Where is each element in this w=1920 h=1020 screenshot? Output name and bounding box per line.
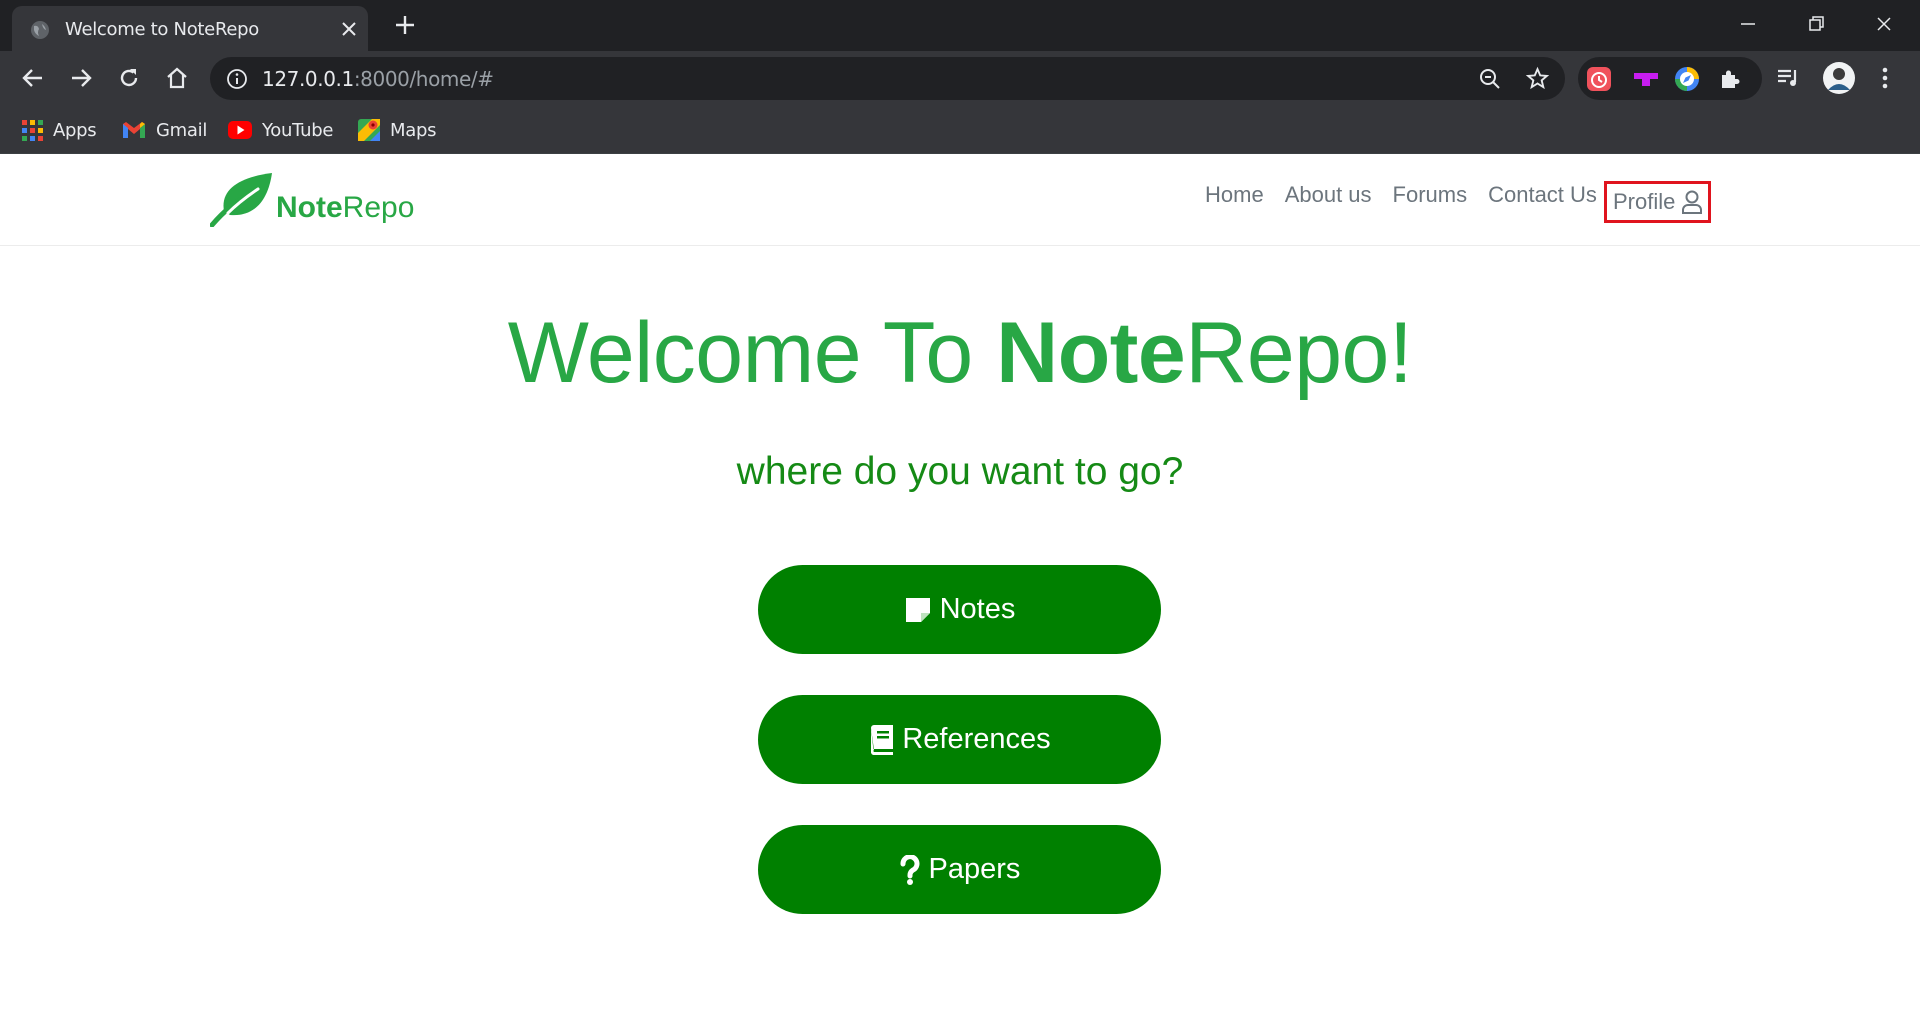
nav-forums[interactable]: Forums <box>1393 180 1468 210</box>
bookmark-gmail[interactable]: Gmail <box>122 115 207 145</box>
back-arrow-icon[interactable] <box>20 65 46 91</box>
bookmark-label: Apps <box>53 119 97 141</box>
nav-profile[interactable]: Profile <box>1604 181 1711 223</box>
extensions-area <box>1578 57 1762 100</box>
tab-title: Welcome to NoteRepo <box>65 19 259 40</box>
url-host: 127.0.0.1 <box>262 67 354 91</box>
site-navbar: NoteRepo Home About us Forums Contact Us… <box>0 154 1920 246</box>
close-window-icon[interactable] <box>1870 10 1898 38</box>
reload-icon[interactable] <box>116 65 142 91</box>
main-nav: Home About us Forums Contact Us <box>1205 180 1597 210</box>
references-button-label: References <box>902 723 1051 755</box>
bookmark-maps[interactable]: Maps <box>358 115 436 145</box>
home-icon[interactable] <box>164 65 190 91</box>
title-bold: Note <box>996 305 1186 401</box>
notes-button[interactable]: Notes <box>758 565 1161 654</box>
papers-button-label: Papers <box>928 853 1021 885</box>
browser-toolbar: 127.0.0.1:8000/home/# <box>0 51 1920 106</box>
user-avatar-icon[interactable] <box>1822 61 1856 95</box>
menu-kebab-icon[interactable] <box>1880 65 1890 91</box>
apps-grid-icon <box>22 119 43 141</box>
nav-contact[interactable]: Contact Us <box>1488 180 1597 210</box>
nav-about[interactable]: About us <box>1285 180 1372 210</box>
bookmark-label: YouTube <box>262 119 334 141</box>
bookmark-label: Maps <box>390 119 437 141</box>
bookmark-apps[interactable]: Apps <box>22 115 97 145</box>
url-path: :8000/home/# <box>353 67 494 91</box>
address-bar[interactable]: 127.0.0.1:8000/home/# <box>210 57 1565 100</box>
gmail-icon <box>123 122 145 138</box>
title-prefix: Welcome To <box>507 305 997 401</box>
page-title: Welcome To NoteRepo! <box>0 304 1920 403</box>
book-icon <box>871 724 894 755</box>
brand-name: NoteRepo <box>276 191 414 225</box>
browser-tab[interactable]: Welcome to NoteRepo <box>12 6 368 51</box>
extensions-puzzle-icon[interactable] <box>1718 67 1742 91</box>
nav-home[interactable]: Home <box>1205 180 1264 210</box>
title-suffix: Repo! <box>1185 305 1413 401</box>
browser-tab-bar: Welcome to NoteRepo <box>0 0 1920 51</box>
notes-button-label: Notes <box>939 593 1016 625</box>
tetris-extension-icon[interactable] <box>1633 69 1659 89</box>
user-icon <box>1682 190 1703 214</box>
minimize-icon[interactable] <box>1734 10 1762 38</box>
papers-button[interactable]: Papers <box>758 825 1161 914</box>
bookmarks-bar: Apps Gmail YouTube Maps <box>0 106 1920 154</box>
youtube-icon <box>228 121 252 139</box>
timer-extension-icon[interactable] <box>1586 66 1612 92</box>
url-text: 127.0.0.1:8000/home/# <box>262 67 494 91</box>
restore-icon[interactable] <box>1802 10 1830 38</box>
compass-extension-icon[interactable] <box>1674 66 1700 92</box>
references-button[interactable]: References <box>758 695 1161 784</box>
bookmark-star-icon[interactable] <box>1525 66 1550 91</box>
close-tab-icon[interactable] <box>340 20 358 38</box>
brand-logo[interactable]: NoteRepo <box>210 171 414 227</box>
new-tab-icon[interactable] <box>393 13 417 37</box>
bookmark-label: Gmail <box>156 119 208 141</box>
bookmark-youtube[interactable]: YouTube <box>228 115 333 145</box>
forward-arrow-icon[interactable] <box>68 65 94 91</box>
nav-profile-label: Profile <box>1613 189 1676 214</box>
maps-icon <box>358 119 380 141</box>
question-mark-icon <box>900 854 919 885</box>
zoom-out-icon[interactable] <box>1478 67 1502 91</box>
site-info-icon[interactable] <box>226 68 248 90</box>
leaf-logo-icon <box>210 173 272 227</box>
globe-icon <box>31 21 49 39</box>
sticky-note-icon <box>905 597 930 622</box>
brand-name-rest: Repo <box>342 191 415 224</box>
media-control-icon[interactable] <box>1776 66 1802 90</box>
brand-name-bold: Note <box>276 191 343 224</box>
page-viewport: NoteRepo Home About us Forums Contact Us… <box>0 154 1920 1020</box>
page-subtitle: where do you want to go? <box>736 450 1184 493</box>
